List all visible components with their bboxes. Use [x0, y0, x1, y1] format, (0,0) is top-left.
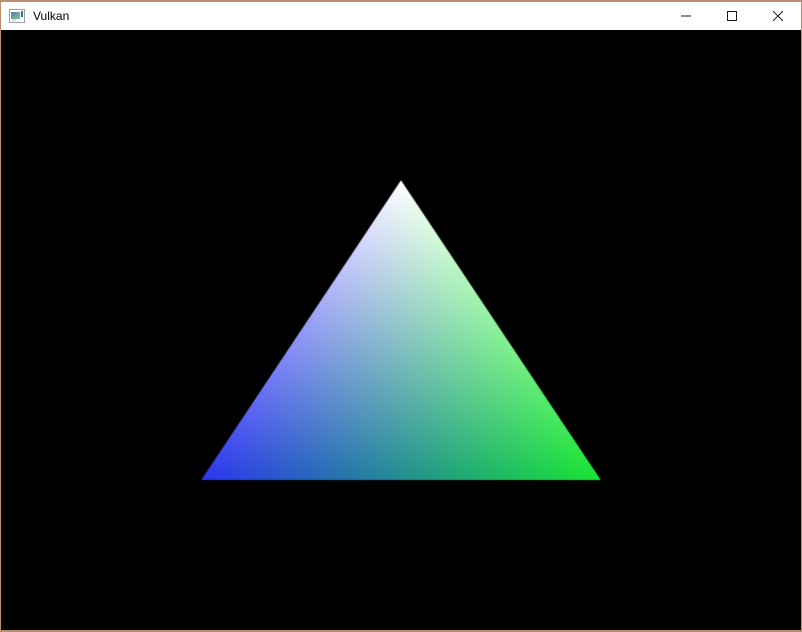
window-controls [663, 2, 801, 30]
minimize-button[interactable] [663, 2, 709, 30]
minimize-icon [681, 11, 691, 21]
close-icon [773, 11, 783, 21]
maximize-button[interactable] [709, 2, 755, 30]
close-button[interactable] [755, 2, 801, 30]
vulkan-window: Vulkan [0, 0, 802, 632]
titlebar[interactable]: Vulkan [1, 2, 801, 30]
app-window-icon[interactable] [9, 9, 25, 23]
vulkan-viewport [1, 30, 801, 630]
window-title: Vulkan [33, 2, 69, 30]
gradient-triangle-canvas [1, 30, 801, 630]
maximize-icon [727, 11, 737, 21]
